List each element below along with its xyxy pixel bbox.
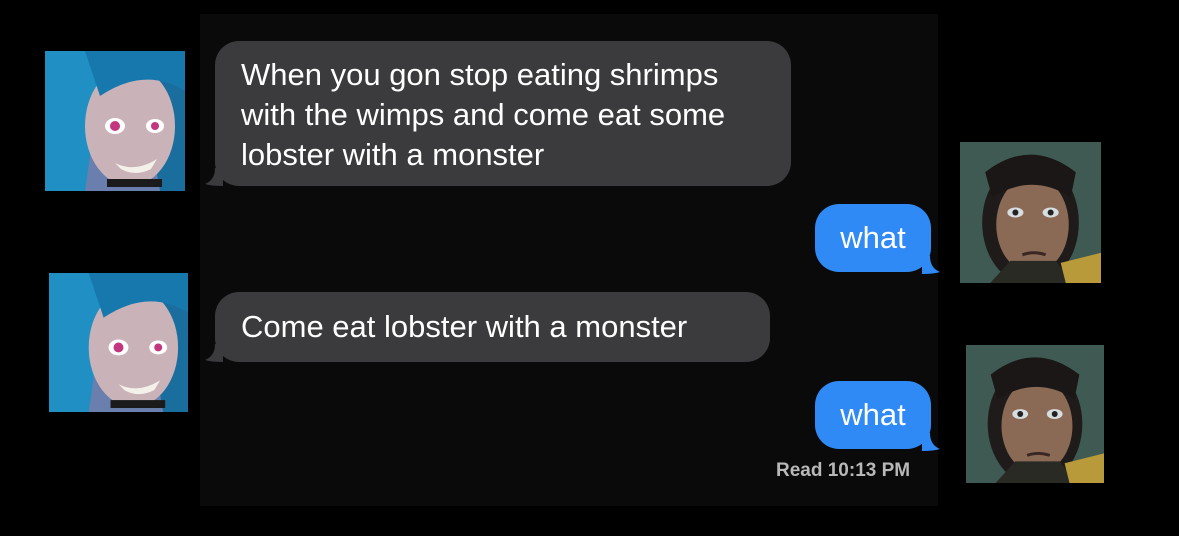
left-avatar-2 [49, 273, 188, 412]
dark-haired-character-icon [966, 345, 1104, 483]
message-text: what [840, 397, 906, 432]
bubble-tail-incoming [205, 344, 223, 362]
right-avatar-2 [966, 345, 1104, 483]
blue-haired-character-icon [45, 51, 185, 191]
message-bubble-incoming[interactable]: Come eat lobster with a monster [215, 292, 770, 362]
bubble-tail-outgoing [922, 256, 940, 274]
bubble-tail-incoming [205, 168, 223, 186]
dark-haired-character-icon [960, 142, 1101, 283]
message-bubble-outgoing[interactable]: what [815, 204, 931, 272]
bubble-tail-outgoing [922, 433, 940, 451]
left-avatar-1 [45, 51, 185, 191]
message-bubble-incoming[interactable]: When you gon stop eating shrimps with th… [215, 41, 791, 186]
blue-haired-character-icon [49, 273, 188, 412]
message-bubble-outgoing[interactable]: what [815, 381, 931, 449]
message-text: When you gon stop eating shrimps with th… [241, 57, 726, 172]
right-avatar-1 [960, 142, 1101, 283]
message-text: Come eat lobster with a monster [241, 309, 688, 344]
message-text: what [840, 220, 906, 255]
read-receipt: Read 10:13 PM [776, 460, 911, 481]
